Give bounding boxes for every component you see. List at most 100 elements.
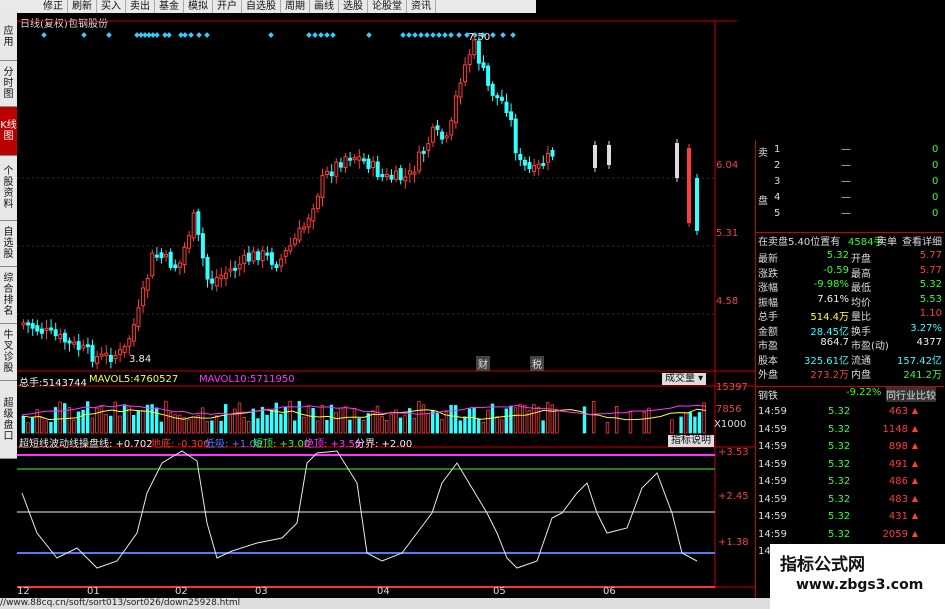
date-tick: 05 bbox=[493, 586, 506, 597]
quote-row: 钢铁 -9.22% 同行业比较 bbox=[756, 386, 944, 402]
tick-time: 14:59 bbox=[758, 493, 787, 505]
quote-label: 最高 bbox=[851, 268, 871, 280]
tick-up-arrow-icon: ▲ bbox=[911, 406, 918, 415]
menu-item-12[interactable]: 论股堂 bbox=[368, 0, 407, 13]
menu-item-5[interactable]: 基金 bbox=[155, 0, 184, 13]
quote-label: 流通 bbox=[851, 355, 871, 367]
tick-price: 5.32 bbox=[828, 511, 851, 522]
orderbook-level: 4 bbox=[774, 192, 781, 203]
watermark-title: 指标公式网 bbox=[780, 555, 865, 575]
left-tab-3[interactable]: 个股资料 bbox=[0, 156, 17, 221]
sector-name: 钢铁 bbox=[758, 391, 778, 402]
menu-item-8[interactable]: 自选股 bbox=[242, 0, 281, 13]
left-tab-label: 自选股 bbox=[3, 227, 14, 260]
date-tick: 06 bbox=[603, 586, 616, 597]
vol-axis-label-1: 15397 bbox=[716, 382, 748, 393]
menu-item-1[interactable]: 修正 bbox=[39, 0, 68, 13]
quote-row: 外盘 273.2万 内盘 241.2万 bbox=[756, 366, 944, 381]
orderbook-price: — bbox=[841, 144, 851, 155]
tick-up-arrow-icon: ▲ bbox=[911, 493, 918, 503]
tick-volume: 491 bbox=[888, 458, 908, 470]
quote-label: 最新 bbox=[758, 254, 778, 265]
orderbook-summary-text: 在卖盘5.40位置有 bbox=[758, 237, 841, 248]
quote-row: 3 — 0 bbox=[756, 176, 944, 188]
date-axis: 12 01 02 03 04 05 06 bbox=[17, 586, 755, 598]
menu-item-3[interactable]: 买入 bbox=[97, 0, 126, 13]
high-price-label: 7.50 bbox=[468, 32, 491, 43]
price-axis-label-3: 4.58 bbox=[716, 296, 739, 307]
tick-up-arrow-icon: ▲ bbox=[911, 423, 918, 433]
view-detail-button[interactable]: 查看详细 bbox=[902, 233, 942, 248]
left-tab-label: 应用 bbox=[3, 25, 14, 48]
tick-price: 5.32 bbox=[828, 493, 851, 505]
date-tick: 02 bbox=[175, 586, 188, 597]
left-tab-1[interactable]: 分时图 bbox=[0, 61, 17, 107]
orderbook-level: 5 bbox=[774, 208, 781, 219]
vol-header-item: MAVOL5:4760527 bbox=[89, 374, 178, 385]
quote-label: 振幅 bbox=[758, 297, 778, 309]
indicator-param: 地底: -0.300 bbox=[151, 439, 210, 450]
menu-item-13[interactable]: 资讯 bbox=[407, 0, 436, 13]
left-tab-2[interactable]: K线图 bbox=[0, 107, 17, 156]
menu-item-9[interactable]: 周期 bbox=[281, 0, 310, 13]
tick-up-arrow-icon: ▲ bbox=[911, 441, 918, 450]
menu-item-10[interactable]: 画线 bbox=[310, 0, 339, 13]
watermark-logo: 指标公式网 www.zbgs3.com bbox=[770, 544, 945, 609]
tick-price: 5.32 bbox=[828, 476, 851, 487]
vol-header-label: 总手: bbox=[19, 378, 43, 389]
menu-item-6[interactable]: 模拟 bbox=[184, 0, 213, 13]
menu-item-11[interactable]: 选股 bbox=[339, 0, 368, 13]
menu-item-4[interactable]: 卖出 bbox=[126, 0, 155, 13]
quote-value: 7.61% bbox=[817, 293, 849, 305]
tick-volume: 483 bbox=[888, 493, 908, 505]
left-tab-6[interactable]: 牛叉诊股 bbox=[0, 324, 17, 381]
menu-item-7[interactable]: 开户 bbox=[213, 0, 242, 13]
k-line-chart[interactable] bbox=[17, 13, 755, 598]
tick-volume: 431 bbox=[888, 511, 908, 522]
indicator-levels bbox=[17, 454, 715, 588]
quote-value: -9.98% bbox=[813, 279, 849, 290]
tick-time: 14:59 bbox=[758, 423, 787, 435]
watermark-url: www.zbgs3.com bbox=[796, 577, 924, 593]
volume-indicator-button[interactable]: 成交量 ▾ bbox=[662, 373, 707, 385]
tick-price: 5.32 bbox=[828, 423, 851, 435]
orderbook-volume: 0 bbox=[932, 176, 939, 187]
sector-compare-button[interactable]: 同行业比较 bbox=[886, 387, 936, 402]
indicator-param: 超短线波动线 bbox=[19, 439, 79, 450]
quote-label: 涨幅 bbox=[758, 283, 778, 294]
left-tab-0[interactable]: 应用 bbox=[0, 13, 17, 61]
quote-row: 涨跌 -0.59 最高 5.77 bbox=[756, 264, 944, 280]
quote-value: 4377 bbox=[916, 337, 942, 348]
quote-row: 在卖盘5.40位置有 4584手 卖单 查看详细 bbox=[756, 232, 944, 248]
ind-axis-label-2: +2.45 bbox=[718, 491, 749, 502]
orderbook-price: — bbox=[841, 176, 851, 187]
tick-volume: 898 bbox=[888, 441, 908, 452]
left-tab-7[interactable]: 超级盘口 bbox=[0, 381, 17, 459]
indicator-help-button[interactable]: 指标说明 bbox=[668, 435, 714, 447]
tick-price: 5.32 bbox=[828, 458, 851, 470]
tax-marker[interactable]: 税 bbox=[530, 356, 544, 371]
ind-axis-label-1: +3.53 bbox=[718, 447, 749, 458]
left-tab-5[interactable]: 综合排名 bbox=[0, 267, 17, 324]
sector-change: -9.22% bbox=[846, 387, 882, 398]
quote-row: 涨幅 -9.98% 最低 5.32 bbox=[756, 279, 944, 294]
quote-label: 总手 bbox=[758, 312, 778, 323]
sell-order-button[interactable]: 卖单 bbox=[877, 233, 897, 248]
left-tab-label: 个股资料 bbox=[3, 166, 14, 210]
quote-value: 157.42亿 bbox=[897, 355, 942, 367]
left-vertical-tabs: 应用分时图 K线图个股资料自选股综合排名 牛叉诊股超级盘口 bbox=[0, 13, 17, 459]
quote-value: -0.59 bbox=[823, 264, 849, 276]
orderbook-volume: 0 bbox=[932, 144, 939, 155]
price-axis-label-2: 5.31 bbox=[716, 228, 739, 239]
left-tab-label: 超级盘口 bbox=[3, 397, 14, 442]
left-tab-4[interactable]: 自选股 bbox=[0, 221, 17, 267]
orderbook-level: 3 bbox=[774, 176, 781, 187]
menu-item-2[interactable]: 刷新 bbox=[68, 0, 97, 13]
finance-marker[interactable]: 财 bbox=[476, 356, 490, 371]
quote-row: 振幅 7.61% 均价 5.53 bbox=[756, 293, 944, 309]
orderbook-volume: 0 bbox=[932, 192, 939, 203]
quote-value: 514.4万 bbox=[810, 312, 849, 323]
vol-unit-label: X1000 bbox=[714, 419, 747, 430]
tick-time: 14:59 bbox=[758, 476, 787, 487]
vol-header-item: MAVOL10:5711950 bbox=[199, 374, 295, 385]
